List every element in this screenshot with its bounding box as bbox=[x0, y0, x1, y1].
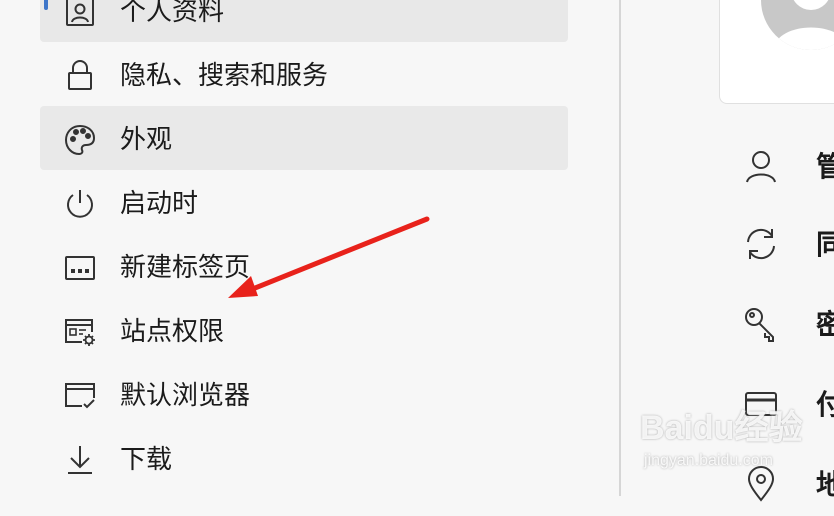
sidebar-item-label: 默认浏览器 bbox=[120, 381, 251, 411]
sidebar-item-label: 新建标签页 bbox=[120, 253, 251, 283]
sync-icon bbox=[741, 224, 781, 264]
default-browser-icon bbox=[62, 378, 98, 414]
new-tab-page-icon bbox=[62, 250, 98, 286]
sidebar-item-label: 隐私、搜索和服务 bbox=[120, 61, 329, 91]
watermark: Baidu经验 jingyan.baidu.com bbox=[640, 400, 803, 482]
power-icon bbox=[62, 186, 98, 222]
profile-item-label: 密 bbox=[816, 308, 834, 341]
profile-item-label: 同 bbox=[816, 228, 834, 261]
sidebar-item-privacy[interactable]: 隐私、搜索和服务 bbox=[40, 42, 568, 106]
manage-profile-item[interactable]: 管 bbox=[741, 138, 834, 198]
passwords-item[interactable]: 密 bbox=[741, 296, 834, 356]
selected-indicator bbox=[44, 0, 48, 10]
profile-icon bbox=[62, 0, 98, 30]
sidebar-item-label: 个人资料 bbox=[120, 0, 225, 27]
download-icon bbox=[62, 442, 98, 478]
watermark-brand: Baidu经验 bbox=[640, 409, 803, 447]
sync-item[interactable]: 同 bbox=[741, 216, 834, 276]
sidebar-item-site-permissions[interactable]: 站点权限 bbox=[40, 298, 568, 362]
sidebar-item-label: 下载 bbox=[120, 445, 173, 475]
palette-icon bbox=[62, 122, 98, 158]
profile-item-label: 地 bbox=[816, 468, 834, 501]
sidebar-item-label: 启动时 bbox=[120, 189, 199, 219]
sidebar-item-default-browser[interactable]: 默认浏览器 bbox=[40, 362, 568, 426]
key-icon bbox=[741, 304, 781, 344]
lock-icon bbox=[62, 58, 98, 94]
profile-item-label: 付 bbox=[816, 388, 834, 421]
sidebar-item-new-tab[interactable]: 新建标签页 bbox=[40, 234, 568, 298]
watermark-url: jingyan.baidu.com bbox=[644, 452, 773, 469]
sidebar-item-label: 站点权限 bbox=[120, 317, 225, 347]
sidebar-item-startup[interactable]: 启动时 bbox=[40, 170, 568, 234]
sidebar-item-downloads[interactable]: 下载 bbox=[40, 426, 568, 490]
settings-sidebar: 个人资料 隐私、搜索和服务 外观 启动时 新建标签页 站点权限 默认浏览器 下载 bbox=[0, 0, 620, 496]
person-icon bbox=[741, 146, 781, 186]
profile-item-label: 管 bbox=[816, 150, 834, 183]
site-permissions-icon bbox=[62, 314, 98, 350]
sidebar-item-profile[interactable]: 个人资料 bbox=[40, 0, 568, 42]
sidebar-item-label: 外观 bbox=[120, 125, 173, 155]
sidebar-item-appearance[interactable]: 外观 bbox=[40, 106, 568, 170]
